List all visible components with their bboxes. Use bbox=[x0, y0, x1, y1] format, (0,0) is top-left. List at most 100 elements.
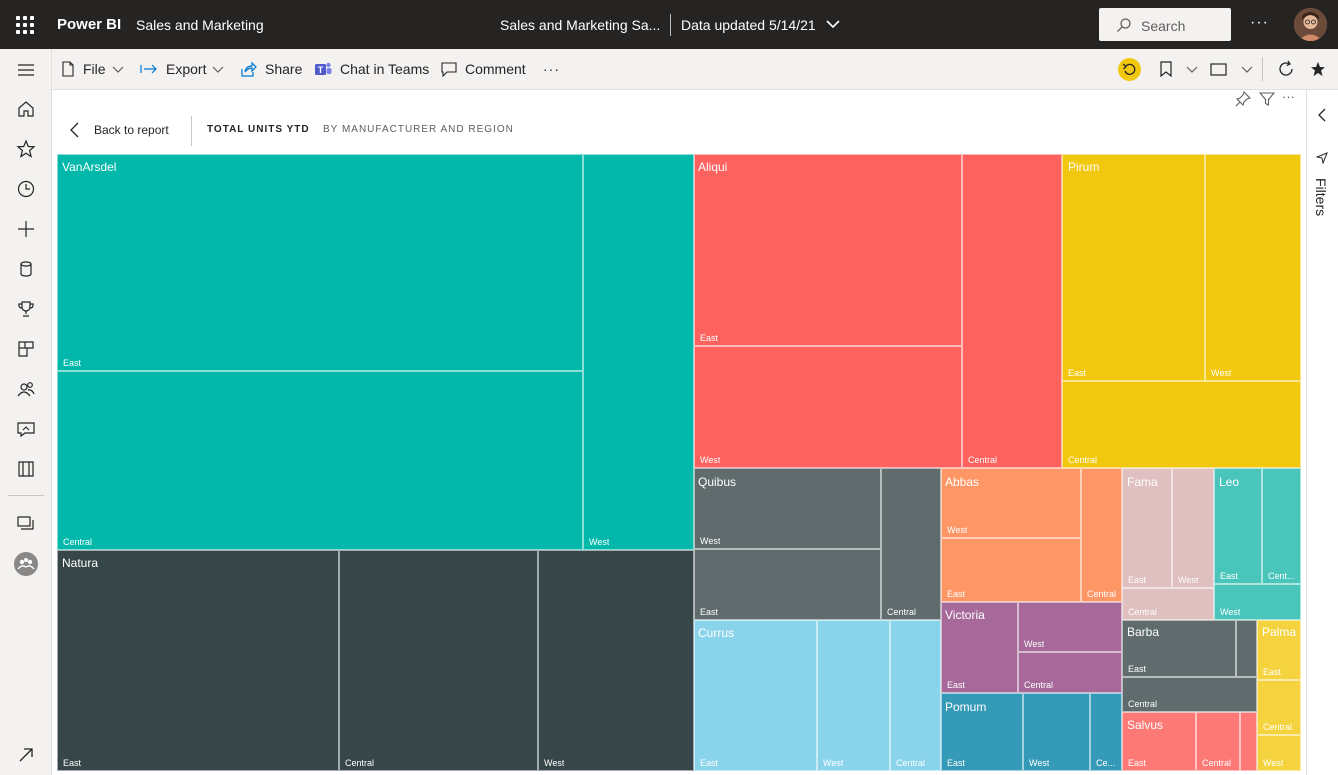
treemap-cell-victoria-west[interactable]: West bbox=[1018, 602, 1122, 652]
shared-people-icon[interactable] bbox=[16, 379, 36, 399]
treemap-cell-fama-central[interactable]: Central bbox=[1122, 588, 1214, 620]
treemap-cell-label: Central bbox=[1068, 455, 1098, 465]
chevron-down-icon[interactable] bbox=[826, 17, 840, 31]
datasets-icon[interactable] bbox=[16, 259, 36, 279]
treemap-cell-label: Central bbox=[1202, 758, 1232, 768]
view-button[interactable] bbox=[1210, 49, 1261, 89]
treemap-cell-pirum-west[interactable]: West bbox=[1205, 154, 1301, 381]
chevron-left-icon[interactable] bbox=[1317, 108, 1327, 122]
treemap-cell-label: Central bbox=[1263, 722, 1293, 732]
workspace-avatar[interactable] bbox=[14, 552, 38, 576]
treemap-group-label-currus: Currus bbox=[698, 626, 735, 640]
treemap-group-label-fama: Fama bbox=[1127, 475, 1158, 489]
workspaces-book-icon[interactable] bbox=[16, 459, 36, 479]
treemap-cell-label: East bbox=[63, 758, 82, 768]
filter-icon[interactable] bbox=[1259, 91, 1275, 107]
treemap-cell-label: Central bbox=[345, 758, 375, 768]
more-options-icon[interactable]: ··· bbox=[1250, 14, 1269, 32]
treemap-cell-barba-other-2[interactable] bbox=[1236, 620, 1257, 677]
pin-icon[interactable] bbox=[1235, 91, 1251, 107]
treemap-cell-salvus-central[interactable]: Central bbox=[1196, 712, 1240, 771]
reset-button[interactable] bbox=[1118, 49, 1149, 89]
treemap-cell-barba-central[interactable]: Central bbox=[1122, 677, 1257, 712]
treemap-group-label-abbas: Abbas bbox=[945, 475, 980, 489]
treemap-cell-fama-west[interactable]: West bbox=[1172, 468, 1214, 588]
treemap-cell-leo-cent[interactable]: Cent... bbox=[1262, 468, 1301, 584]
workspace-name[interactable]: Sales and Marketing bbox=[136, 17, 264, 33]
user-avatar[interactable] bbox=[1294, 8, 1327, 41]
treemap-cell-pomum-west[interactable]: West bbox=[1023, 693, 1090, 771]
treemap-cell-leo-west[interactable]: West bbox=[1214, 584, 1301, 620]
comment-label: Comment bbox=[465, 61, 526, 77]
treemap-cell-palma-west[interactable]: West bbox=[1257, 735, 1301, 771]
search-input[interactable]: Search bbox=[1099, 8, 1231, 41]
treemap-cell-vanarsdel-west[interactable]: West bbox=[583, 154, 694, 550]
toolbar-more-icon[interactable]: ··· bbox=[543, 49, 560, 89]
treemap-cell-natura-central[interactable]: Central bbox=[339, 550, 538, 771]
treemap-cell-currus-central[interactable]: Central bbox=[890, 620, 941, 771]
treemap-cell-aliqui-east[interactable]: East bbox=[694, 154, 962, 346]
learn-icon[interactable] bbox=[16, 419, 36, 439]
refresh-button[interactable] bbox=[1277, 49, 1303, 89]
treemap-cell-currus-west[interactable]: West bbox=[817, 620, 890, 771]
share-icon bbox=[241, 61, 257, 77]
bookmark-button[interactable] bbox=[1160, 49, 1206, 89]
report-title[interactable]: Sales and Marketing Sa... bbox=[500, 17, 660, 33]
file-label: File bbox=[83, 61, 106, 77]
treemap-cell-aliqui-central[interactable]: Central bbox=[962, 154, 1062, 468]
treemap-cell-pomum-ce[interactable]: Ce... bbox=[1090, 693, 1122, 771]
create-plus-icon[interactable] bbox=[16, 219, 36, 239]
treemap-cell-abbas-central[interactable]: Central bbox=[1081, 468, 1122, 602]
treemap-cell-label: East bbox=[1128, 758, 1147, 768]
brand-title[interactable]: Power BI bbox=[57, 16, 121, 33]
comment-button[interactable]: Comment bbox=[441, 49, 526, 89]
treemap-cell-abbas-east[interactable]: East bbox=[941, 538, 1081, 602]
treemap-group-label-quibus: Quibus bbox=[698, 475, 737, 489]
treemap-group-label-pomum: Pomum bbox=[945, 700, 987, 714]
treemap-cell-pirum-east[interactable]: East bbox=[1062, 154, 1205, 381]
treemap-cell-label: Central bbox=[896, 758, 926, 768]
treemap-cell-victoria-central[interactable]: Central bbox=[1018, 652, 1122, 693]
back-to-report-link[interactable]: Back to report bbox=[70, 120, 169, 140]
home-icon[interactable] bbox=[16, 99, 36, 119]
app-launcher-icon[interactable] bbox=[16, 16, 34, 34]
menu-icon[interactable] bbox=[16, 60, 36, 80]
treemap-cell-aliqui-west[interactable]: West bbox=[694, 346, 962, 468]
expand-arrow-icon[interactable] bbox=[16, 745, 36, 765]
star-icon bbox=[1311, 62, 1325, 76]
treemap-cell-label: Cent... bbox=[1268, 571, 1295, 581]
treemap-cell-vanarsdel-east[interactable]: East bbox=[57, 154, 583, 371]
filters-label[interactable]: Filters bbox=[1313, 178, 1329, 216]
treemap-cell-label: West bbox=[544, 758, 565, 768]
treemap-cell-label: East bbox=[1263, 667, 1282, 677]
treemap-cell-natura-east[interactable]: East bbox=[57, 550, 339, 771]
goals-trophy-icon[interactable] bbox=[16, 299, 36, 319]
favorites-star-icon[interactable] bbox=[16, 139, 36, 159]
search-placeholder: Search bbox=[1141, 18, 1186, 34]
apps-icon[interactable] bbox=[16, 339, 36, 359]
treemap-cell-currus-east[interactable]: East bbox=[694, 620, 817, 771]
treemap-cell-quibus-east[interactable]: East bbox=[694, 549, 881, 620]
treemap-cell-palma-central[interactable]: Central bbox=[1257, 680, 1301, 735]
visual-more-options-icon[interactable]: ··· bbox=[1282, 89, 1295, 104]
file-menu-button[interactable]: File bbox=[61, 49, 132, 89]
chat-in-teams-button[interactable]: T Chat in Teams bbox=[314, 49, 429, 89]
share-button[interactable]: Share bbox=[240, 49, 302, 89]
deployment-pipelines-icon[interactable] bbox=[16, 513, 36, 533]
treemap-cell-label: East bbox=[1220, 571, 1239, 581]
header-divider bbox=[191, 116, 192, 146]
favorite-button[interactable] bbox=[1310, 49, 1334, 89]
data-updated-label[interactable]: Data updated 5/14/21 bbox=[681, 17, 816, 33]
svg-text:T: T bbox=[318, 65, 324, 75]
export-menu-button[interactable]: Export bbox=[140, 49, 232, 89]
treemap-cell-label: West bbox=[589, 537, 610, 547]
treemap-cell-natura-west[interactable]: West bbox=[538, 550, 694, 771]
view-icon bbox=[1210, 62, 1227, 76]
refresh-icon bbox=[1279, 60, 1293, 76]
treemap-cell-quibus-central[interactable]: Central bbox=[881, 468, 941, 620]
treemap-cell-salvus-other-2[interactable] bbox=[1240, 712, 1257, 771]
treemap-cell-vanarsdel-central[interactable]: Central bbox=[57, 371, 583, 550]
treemap-cell-pirum-central[interactable]: Central bbox=[1062, 381, 1301, 468]
recent-clock-icon[interactable] bbox=[16, 179, 36, 199]
action-bar: File Export Share T Chat in Teams Commen… bbox=[0, 49, 1338, 90]
